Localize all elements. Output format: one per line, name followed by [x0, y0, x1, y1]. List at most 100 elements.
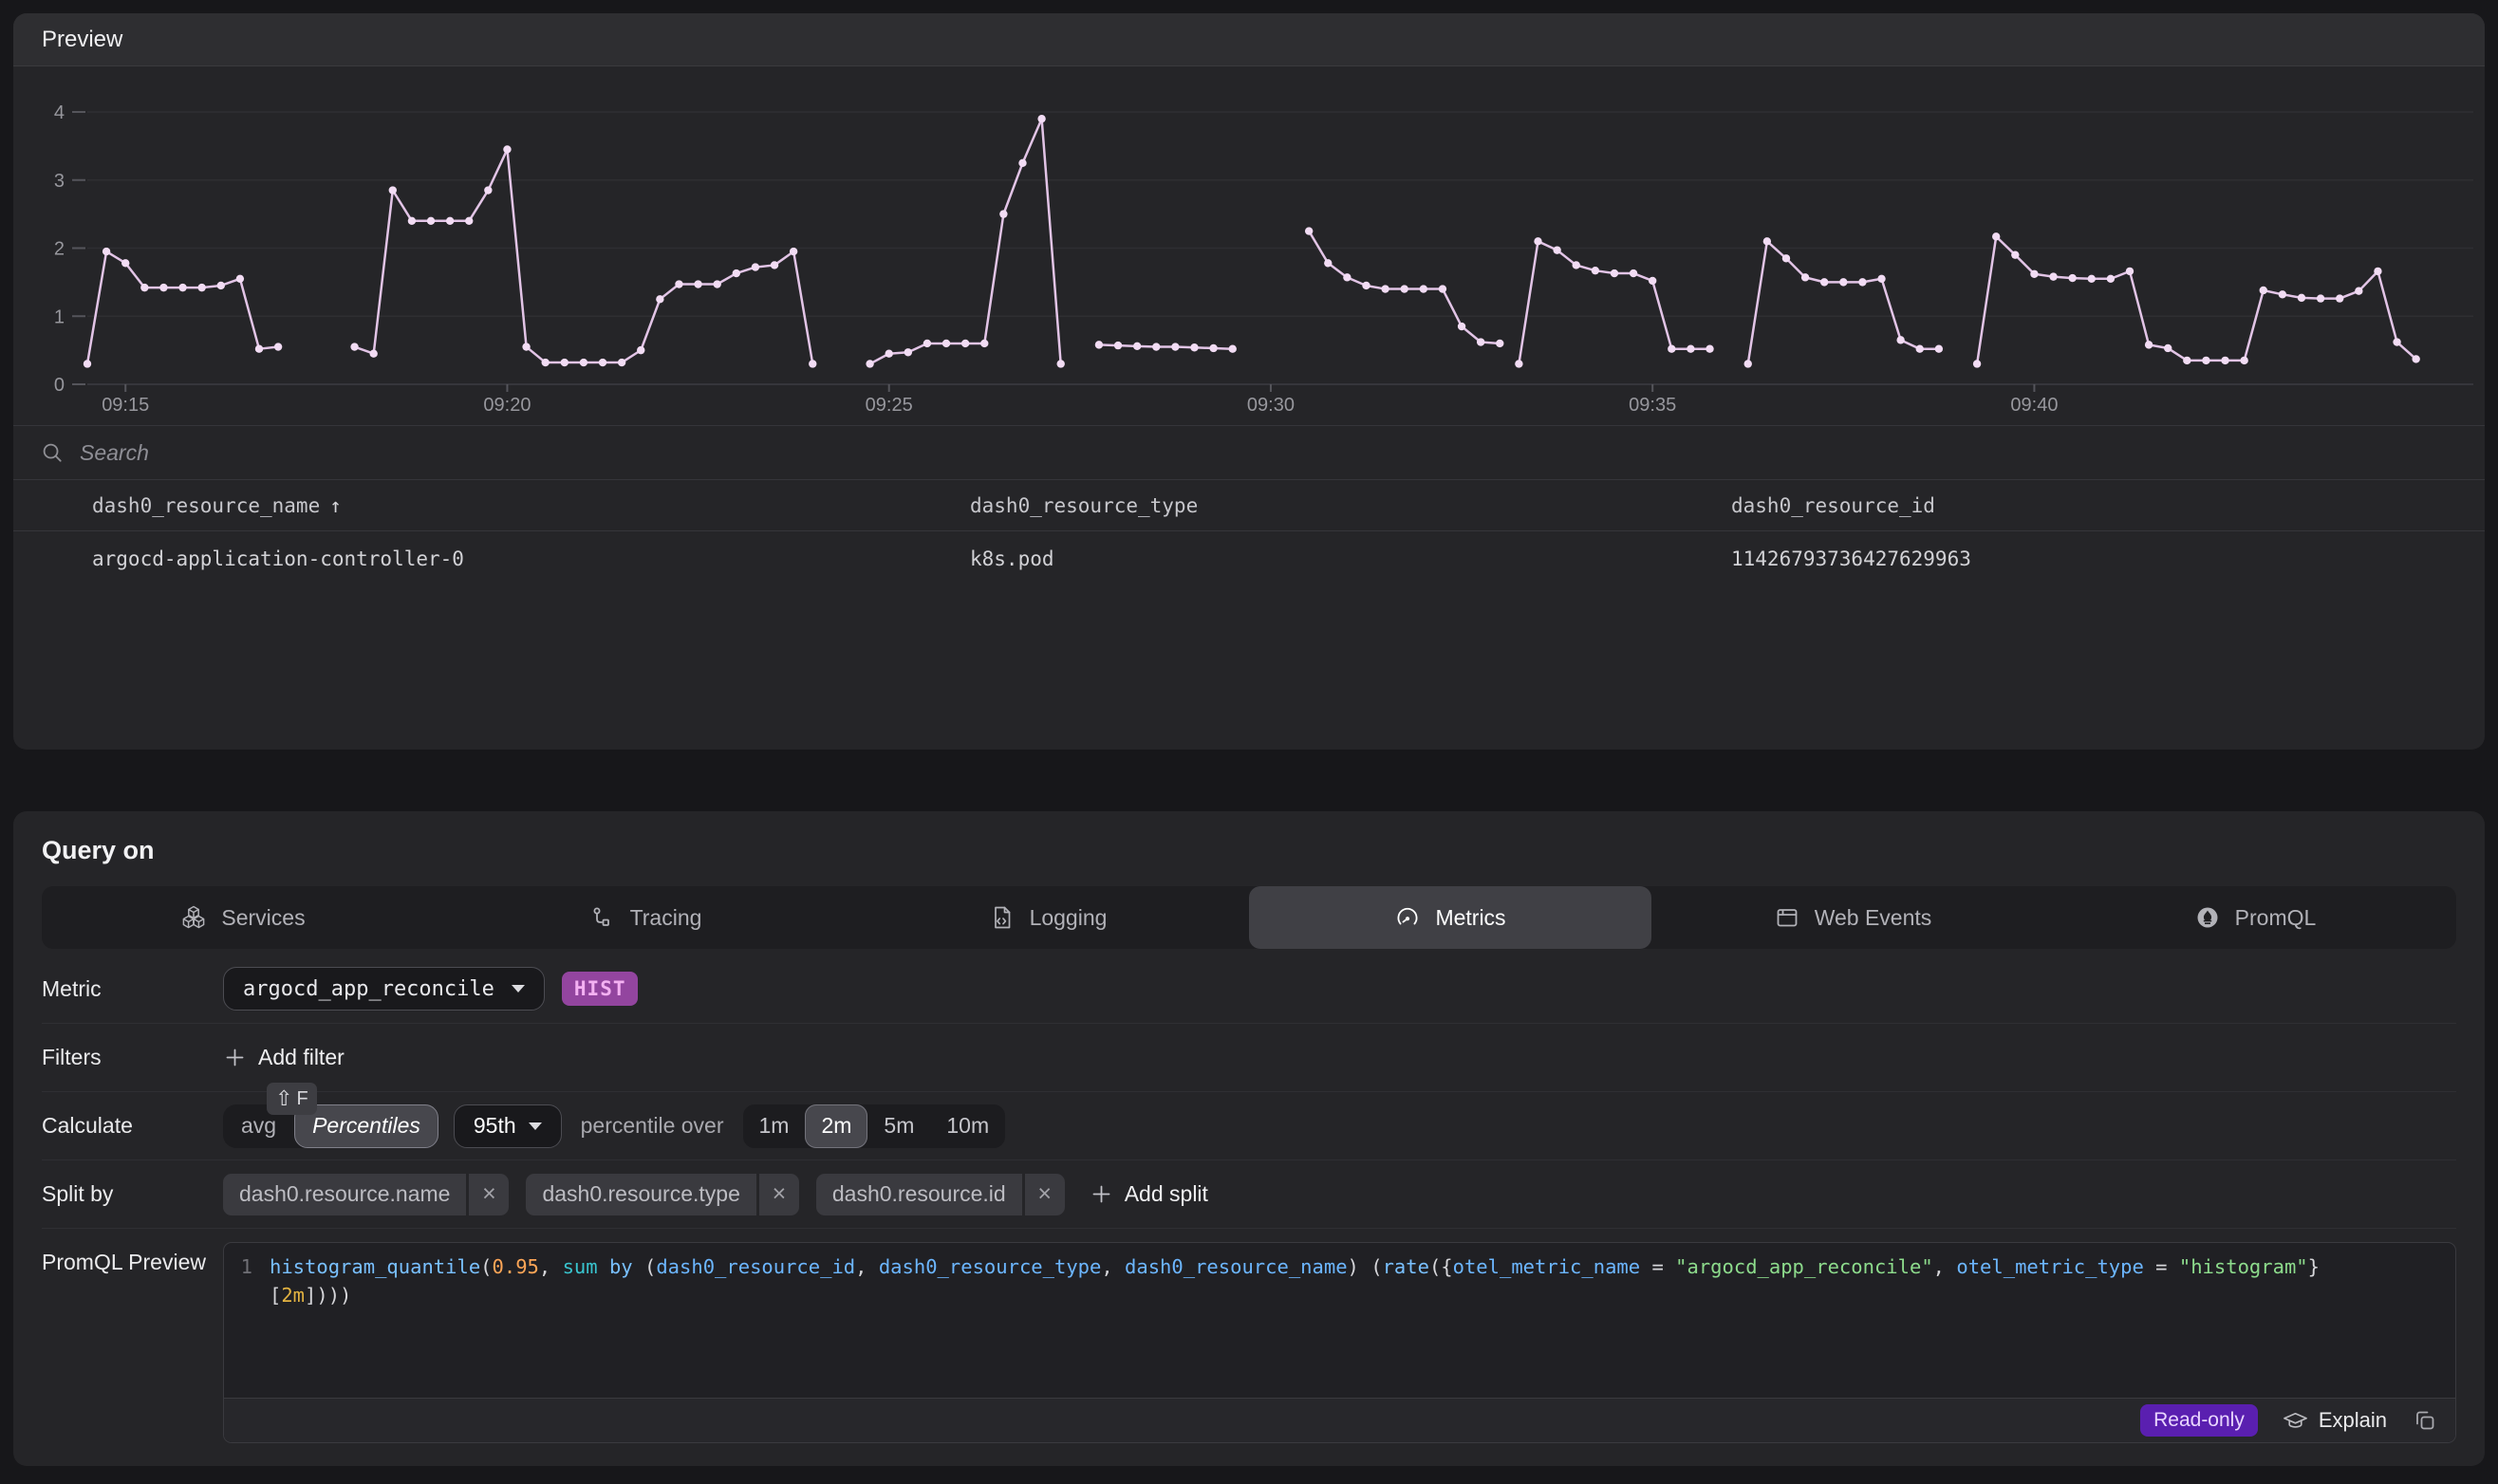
percentile-over-text: percentile over	[581, 1113, 724, 1139]
explain-button[interactable]: Explain	[2283, 1408, 2387, 1434]
cell-resource-name: argocd-application-controller-0	[92, 547, 970, 570]
tab-label: Web Events	[1815, 905, 1932, 931]
svg-text:0: 0	[54, 375, 65, 396]
split-chip-label[interactable]: dash0.resource.id	[816, 1174, 1022, 1215]
split-chip-dash0.resource.name: dash0.resource.name×	[223, 1174, 509, 1215]
svg-text:3: 3	[54, 171, 65, 192]
tracing-icon	[589, 904, 616, 931]
readonly-badge: Read-only	[2140, 1404, 2258, 1437]
split-chip-dash0.resource.id: dash0.resource.id×	[816, 1174, 1065, 1215]
query-title: Query on	[42, 836, 2456, 865]
tab-label: Services	[221, 905, 305, 931]
query-tabbar: Services Tracing Logging Metrics Web Events P…	[42, 886, 2456, 949]
percentile-select-value: 95th	[474, 1113, 516, 1139]
code-line: [2m])))	[270, 1281, 351, 1309]
promql-editor[interactable]: 1histogram_quantile(0.95, sum by (dash0_…	[223, 1242, 2456, 1443]
plus-icon	[1090, 1182, 1113, 1206]
cell-resource-type: k8s.pod	[970, 547, 1731, 570]
search-icon	[40, 440, 65, 466]
remove-split-icon[interactable]: ×	[469, 1174, 509, 1215]
sort-asc-icon: ↑	[329, 494, 342, 517]
window-option-2m[interactable]: 2m	[805, 1104, 867, 1148]
svg-text:09:25: 09:25	[866, 395, 913, 416]
add-filter-button[interactable]: Add filter	[223, 1045, 345, 1070]
column-header-resource-name[interactable]: dash0_resource_name ↑	[92, 494, 970, 517]
keyboard-shortcut-hint: ⇧ F	[267, 1083, 317, 1115]
preview-panel: Preview 0123409:1509:2009:2509:3009:3509…	[13, 13, 2485, 750]
add-split-button[interactable]: Add split	[1090, 1181, 1208, 1207]
metrics-icon	[1394, 904, 1421, 931]
metric-select-value: argocd_app_reconcile	[243, 977, 494, 1001]
tab-label: Logging	[1030, 905, 1108, 931]
svg-text:2: 2	[54, 239, 65, 260]
page: Preview 0123409:1509:2009:2509:3009:3509…	[0, 0, 2498, 1479]
tab-promql[interactable]: PromQL	[2054, 886, 2456, 949]
svg-text:09:40: 09:40	[2010, 395, 2058, 416]
svg-text:09:30: 09:30	[1247, 395, 1295, 416]
search-input[interactable]	[80, 440, 2458, 466]
svg-text:1: 1	[54, 306, 65, 327]
tab-web-events[interactable]: Web Events	[1651, 886, 2054, 949]
preview-header: Preview	[13, 13, 2485, 66]
search-bar	[13, 425, 2485, 479]
filters-row: Filters Add filter	[42, 1023, 2456, 1091]
tab-services[interactable]: Services	[42, 886, 444, 949]
preview-chart: 0123409:1509:2009:2509:3009:3509:40	[13, 66, 2485, 425]
chevron-down-icon	[512, 985, 525, 992]
preview-title: Preview	[42, 27, 122, 53]
column-header-resource-id[interactable]: dash0_resource_id	[1731, 494, 2456, 517]
column-header-resource-type[interactable]: dash0_resource_type	[970, 494, 1731, 517]
aggregation-toggle: avgPercentiles	[223, 1104, 438, 1148]
shift-icon: ⇧	[275, 1086, 292, 1111]
split-chip-label[interactable]: dash0.resource.name	[223, 1174, 466, 1215]
promql-label: PromQL Preview	[42, 1242, 223, 1275]
tab-tracing[interactable]: Tracing	[444, 886, 847, 949]
tab-label: PromQL	[2235, 905, 2317, 931]
calculate-label: Calculate	[42, 1113, 223, 1139]
tab-label: Metrics	[1435, 905, 1505, 931]
filters-label: Filters	[42, 1045, 223, 1070]
window-option-10m[interactable]: 10m	[930, 1104, 1005, 1148]
tab-logging[interactable]: Logging	[847, 886, 1249, 949]
window-toggle: 1m2m5m10m	[743, 1104, 1006, 1148]
add-split-label: Add split	[1125, 1181, 1208, 1207]
column-header-label: dash0_resource_name	[92, 494, 320, 517]
promql-row: PromQL Preview 1histogram_quantile(0.95,…	[42, 1228, 2456, 1451]
metric-select[interactable]: argocd_app_reconcile	[223, 967, 545, 1011]
remove-split-icon[interactable]: ×	[1025, 1174, 1065, 1215]
percentile-select[interactable]: 95th	[454, 1104, 562, 1148]
promql-editor-toolbar: Read-only Explain	[224, 1398, 2455, 1442]
window-option-1m[interactable]: 1m	[743, 1104, 806, 1148]
logging-icon	[989, 904, 1016, 931]
services-icon	[180, 904, 207, 931]
shortcut-key: F	[296, 1088, 308, 1110]
svg-text:09:15: 09:15	[102, 395, 149, 416]
remove-split-icon[interactable]: ×	[759, 1174, 799, 1215]
metric-row: Metric argocd_app_reconcile HIST	[42, 955, 2456, 1023]
explain-label: Explain	[2319, 1408, 2387, 1433]
split-chips: dash0.resource.name×dash0.resource.type×…	[223, 1174, 1082, 1215]
add-filter-label: Add filter	[258, 1045, 345, 1070]
cell-resource-id: 11426793736427629963	[1731, 547, 2456, 570]
query-rows: Metric argocd_app_reconcile HIST Filters	[13, 949, 2485, 1466]
chevron-down-icon	[529, 1122, 542, 1130]
table-header: dash0_resource_name ↑ dash0_resource_typ…	[13, 479, 2485, 531]
table-body: argocd-application-controller-0k8s.pod11…	[13, 531, 2485, 586]
calculate-row: Calculate avgPercentiles 95th percentile…	[42, 1091, 2456, 1159]
tab-label: Tracing	[630, 905, 702, 931]
split-chip-label[interactable]: dash0.resource.type	[526, 1174, 755, 1215]
tab-metrics[interactable]: Metrics	[1249, 886, 1651, 949]
table-row[interactable]: argocd-application-controller-0k8s.pod11…	[13, 531, 2485, 586]
line-chart: 0123409:1509:2009:2509:3009:3509:40	[13, 66, 2485, 425]
line-number: 1	[224, 1252, 270, 1281]
window-option-5m[interactable]: 5m	[867, 1104, 930, 1148]
promql-icon	[2194, 904, 2221, 931]
split-chip-dash0.resource.type: dash0.resource.type×	[526, 1174, 798, 1215]
metric-label: Metric	[42, 976, 223, 1002]
plus-icon	[223, 1046, 247, 1069]
svg-text:09:20: 09:20	[483, 395, 531, 416]
copy-button[interactable]	[2412, 1407, 2438, 1434]
promql-code: 1histogram_quantile(0.95, sum by (dash0_…	[224, 1243, 2455, 1398]
splitby-row: Split by dash0.resource.name×dash0.resou…	[42, 1159, 2456, 1228]
line-number	[224, 1281, 270, 1309]
